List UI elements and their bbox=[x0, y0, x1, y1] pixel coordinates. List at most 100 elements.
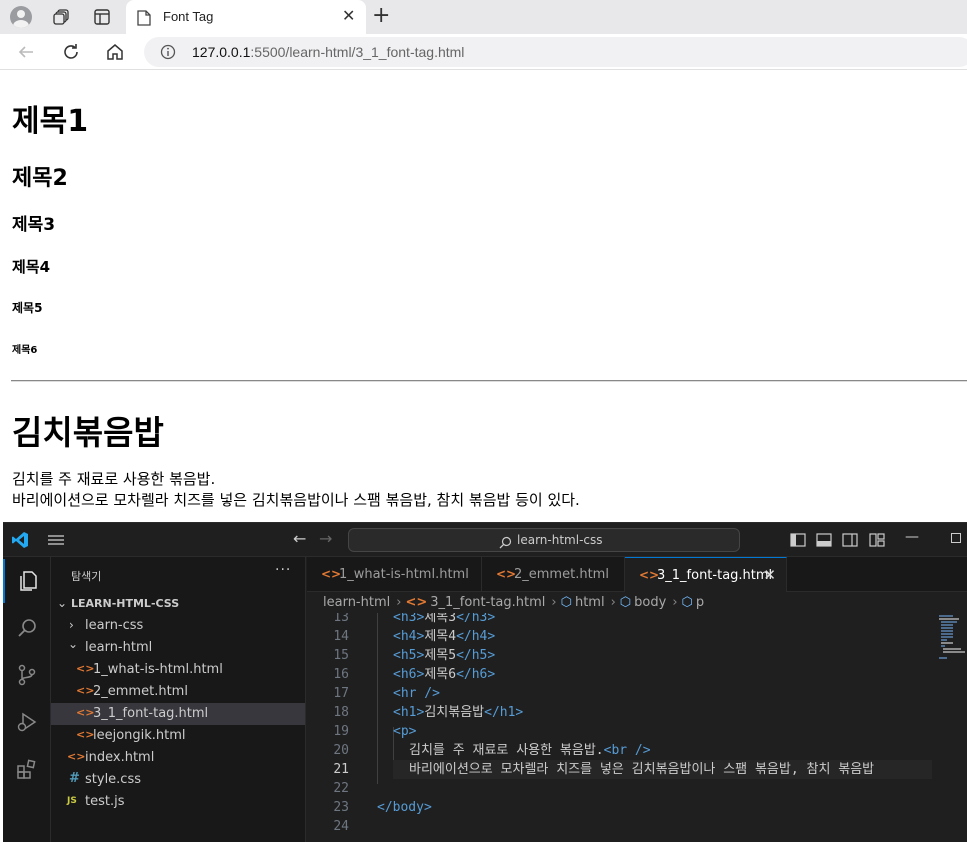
kimchi-heading: 김치볶음밥 bbox=[12, 413, 164, 452]
paragraph-line-2: 바리에이션으로 모차렐라 치즈를 넣은 김치볶음밥이나 스팸 볶음밥, 참치 볶… bbox=[12, 491, 580, 509]
vscode-title-bar: ← → learn-html-css — bbox=[3, 523, 967, 557]
tree-item-1-what-is-html[interactable]: <> 1_what-is-html.html bbox=[51, 659, 305, 681]
explorer-sidebar: 탐색기 ··· ⌄ LEARN-HTML-CSS › learn-css ⌄ l… bbox=[51, 557, 306, 842]
more-actions-icon[interactable]: ··· bbox=[275, 562, 291, 578]
html-file-icon: <> bbox=[76, 706, 95, 719]
js-file-icon: JS bbox=[67, 796, 77, 806]
editor-tab-2-emmet[interactable]: <> 2_emmet.html bbox=[482, 557, 625, 592]
breadcrumb-folder[interactable]: learn-html bbox=[323, 595, 390, 610]
reload-icon[interactable] bbox=[59, 40, 83, 64]
back-arrow-icon[interactable] bbox=[14, 40, 38, 64]
menu-icon[interactable] bbox=[47, 532, 65, 551]
search-view-icon[interactable] bbox=[3, 606, 51, 650]
workspaces-icon[interactable] bbox=[50, 5, 74, 29]
minimap-line bbox=[941, 639, 947, 641]
minimap-line bbox=[943, 648, 961, 650]
tree-item-label: 1_what-is-html.html bbox=[93, 662, 223, 677]
close-tab-icon[interactable]: ✕ bbox=[763, 566, 776, 584]
tree-item-3-1-font-tag[interactable]: <> 3_1_font-tag.html bbox=[51, 703, 305, 725]
tree-item-2-emmet[interactable]: <> 2_emmet.html bbox=[51, 681, 305, 703]
line-number: 20 bbox=[333, 743, 349, 758]
chevron-right-icon: › bbox=[396, 595, 402, 610]
profile-avatar[interactable] bbox=[9, 5, 33, 29]
source-control-icon[interactable] bbox=[3, 653, 51, 697]
html-file-icon: <> bbox=[76, 662, 95, 675]
editor-tabs: <> 1_what-is-html.html <> 2_emmet.html <… bbox=[307, 557, 967, 592]
explorer-icon[interactable] bbox=[3, 559, 51, 603]
toggle-panel-icon[interactable] bbox=[816, 532, 832, 551]
code-line-current: 바리에이션으로 모차렐라 치즈를 넣은 김치볶음밥이나 스팸 볶음밥, 참치 볶… bbox=[393, 760, 932, 779]
heading-4: 제목4 bbox=[12, 258, 51, 276]
tree-item-index[interactable]: <> index.html bbox=[51, 747, 305, 769]
root-folder[interactable]: ⌄ LEARN-HTML-CSS bbox=[51, 593, 305, 615]
nav-back-icon[interactable]: ← bbox=[293, 529, 306, 548]
html-file-icon: <> bbox=[67, 750, 86, 763]
web-page-content: 제목1 제목2 제목3 제목4 제목5 제목6 김치볶음밥 김치를 주 재료로 … bbox=[3, 70, 967, 522]
breadcrumb-body[interactable]: body bbox=[634, 595, 666, 610]
user-icon bbox=[10, 6, 32, 28]
url-text: 127.0.0.1:5500/learn-html/3_1_font-tag.h… bbox=[192, 44, 464, 60]
heading-3: 제목3 bbox=[12, 215, 56, 235]
browser-tab-active[interactable]: Font Tag ✕ bbox=[126, 0, 366, 34]
tree-item-label: test.js bbox=[85, 794, 125, 809]
minimap-line bbox=[941, 642, 953, 644]
line-number: 23 bbox=[333, 800, 349, 815]
chevron-right-icon: › bbox=[672, 595, 678, 610]
breadcrumb: learn-html › <> 3_1_font-tag.html › ⬡ html › ⬡ bo… bbox=[323, 595, 706, 610]
code-line: <hr /> bbox=[393, 686, 440, 701]
minimap[interactable] bbox=[935, 613, 967, 842]
chevron-down-icon: ⌄ bbox=[68, 637, 79, 651]
nav-forward-icon[interactable]: → bbox=[319, 529, 332, 548]
maximize-icon[interactable] bbox=[951, 533, 961, 543]
minimap-line bbox=[941, 633, 953, 635]
run-debug-icon[interactable] bbox=[3, 700, 51, 744]
code-line: <h4>제목4</h4> bbox=[393, 629, 496, 644]
close-tab-icon[interactable]: ✕ bbox=[342, 6, 355, 25]
chevron-right-icon: › bbox=[69, 618, 74, 632]
address-bar[interactable]: 127.0.0.1:5500/learn-html/3_1_font-tag.h… bbox=[144, 37, 967, 67]
html-file-icon: <> bbox=[405, 595, 428, 610]
line-number-current: 21 bbox=[333, 762, 349, 777]
customize-layout-icon[interactable] bbox=[869, 532, 885, 551]
tree-item-label: style.css bbox=[85, 772, 141, 787]
site-info-icon[interactable] bbox=[160, 44, 176, 64]
tree-item-style-css[interactable]: # style.css bbox=[51, 769, 305, 791]
tab-actions-icon[interactable] bbox=[90, 5, 114, 29]
tree-item-learn-css[interactable]: › learn-css bbox=[51, 615, 305, 637]
new-tab-icon[interactable]: + bbox=[372, 4, 390, 28]
tree-item-learn-html[interactable]: ⌄ learn-html bbox=[51, 637, 305, 659]
url-path: :5500/learn-html/3_1_font-tag.html bbox=[250, 44, 465, 60]
tree-item-label: 2_emmet.html bbox=[93, 684, 188, 699]
line-number: 14 bbox=[333, 629, 349, 644]
editor-area: <> 1_what-is-html.html <> 2_emmet.html <… bbox=[307, 557, 967, 842]
vscode-window: ← → learn-html-css — 탐색기 ··· ⌄ LEARN-HTM… bbox=[3, 522, 967, 842]
command-center-search[interactable]: learn-html-css bbox=[348, 528, 740, 552]
code-line: <h6>제목6</h6> bbox=[393, 667, 496, 682]
tree-item-leejongik[interactable]: <> leejongik.html bbox=[51, 725, 305, 747]
breadcrumb-p[interactable]: p bbox=[696, 595, 704, 610]
editor-tab-3-1-font-tag[interactable]: <> 3_1_font-tag.html ✕ bbox=[625, 557, 787, 592]
minimap-line bbox=[941, 621, 957, 623]
code-line: <h3>제목3</h3> bbox=[393, 613, 496, 625]
extensions-icon[interactable] bbox=[3, 747, 51, 791]
breadcrumb-file[interactable]: 3_1_font-tag.html bbox=[430, 595, 545, 610]
heading-5: 제목5 bbox=[12, 301, 43, 315]
minimap-line bbox=[939, 615, 953, 617]
url-host: 127.0.0.1 bbox=[192, 44, 251, 60]
editor-tab-1-what-is-html[interactable]: <> 1_what-is-html.html bbox=[307, 557, 482, 592]
indent-guide bbox=[377, 613, 378, 784]
breadcrumb-html[interactable]: html bbox=[575, 595, 605, 610]
explorer-title: 탐색기 bbox=[71, 570, 102, 583]
toggle-primary-sidebar-icon[interactable] bbox=[790, 532, 806, 551]
tree-item-test-js[interactable]: JS test.js bbox=[51, 791, 305, 813]
code-line: <h1>김치볶음밥</h1> bbox=[393, 705, 524, 720]
line-number: 13 bbox=[333, 613, 349, 625]
home-icon[interactable] bbox=[103, 40, 127, 64]
toggle-secondary-sidebar-icon[interactable] bbox=[842, 532, 858, 551]
editor-tab-label: 3_1_font-tag.html bbox=[657, 568, 773, 583]
tree-item-label: 3_1_font-tag.html bbox=[93, 706, 209, 721]
code-editor[interactable]: 13 <h3>제목3</h3> 14 <h4>제목4</h4> 15 <h5>제… bbox=[307, 613, 932, 842]
minimize-icon[interactable]: — bbox=[905, 529, 919, 545]
tab-title: Font Tag bbox=[163, 9, 214, 24]
tree-item-label: learn-html bbox=[85, 640, 153, 655]
